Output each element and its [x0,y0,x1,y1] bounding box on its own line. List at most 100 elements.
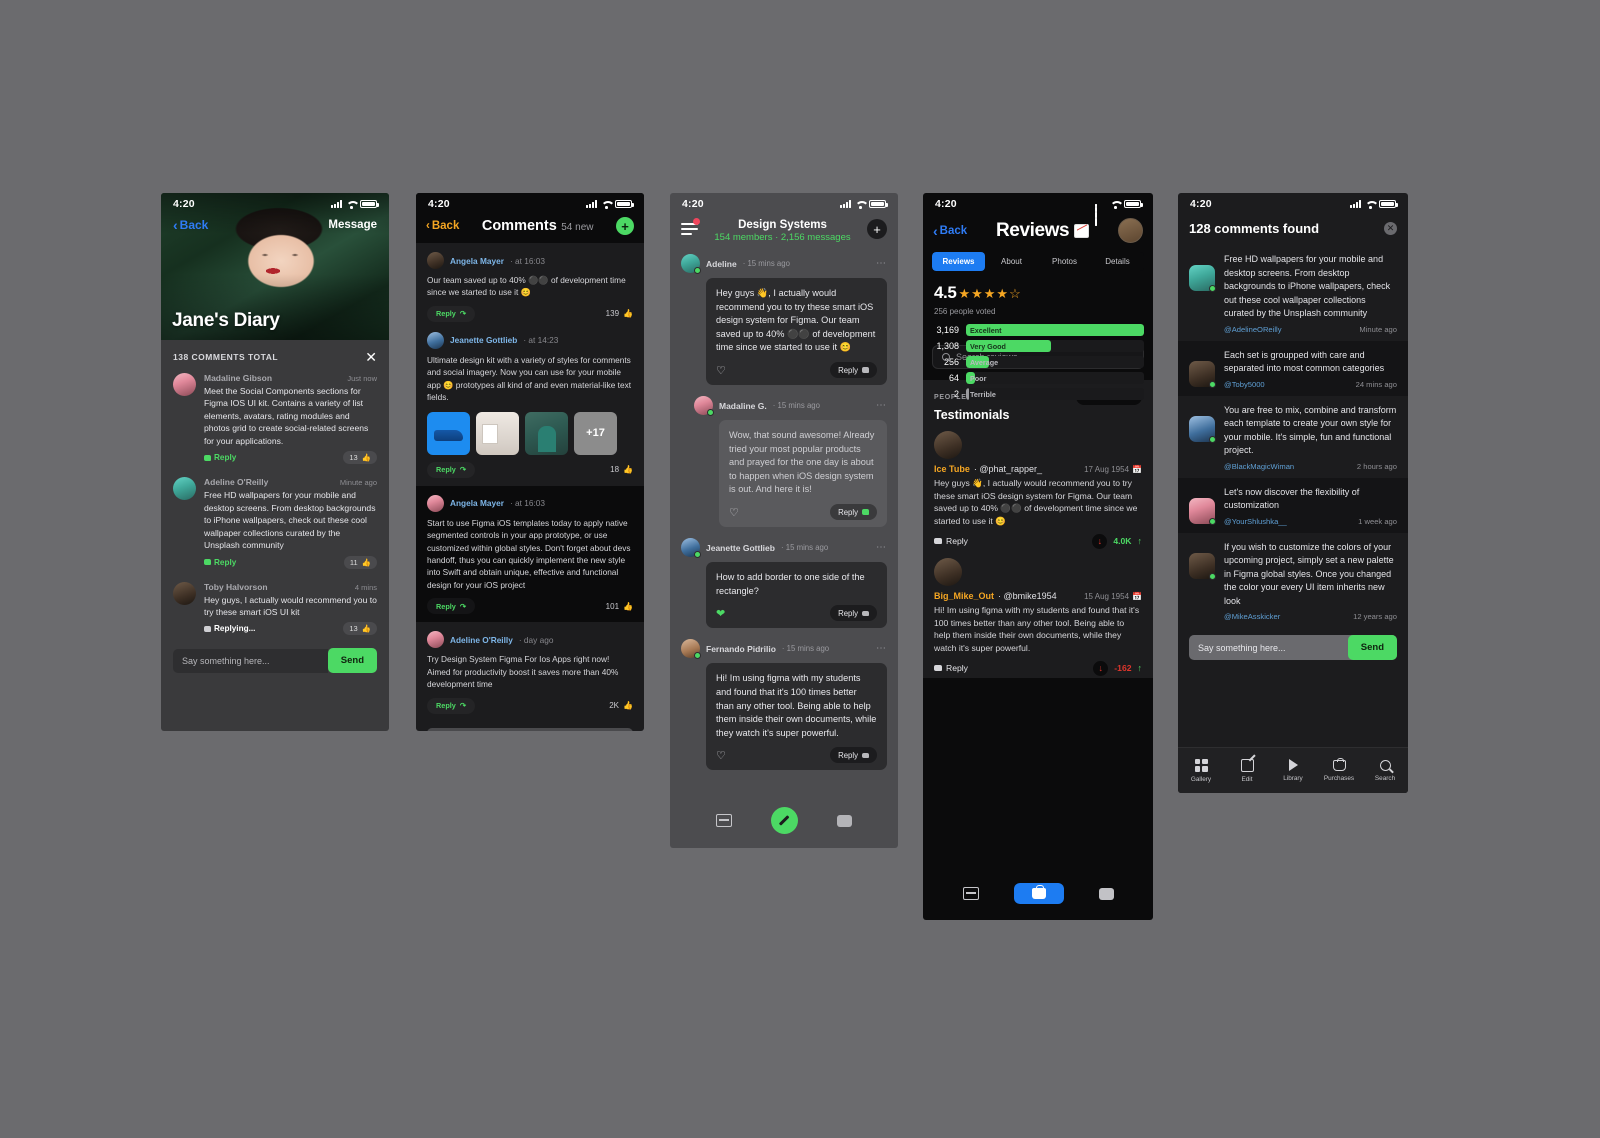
like-button[interactable]: 11 👍 [343,555,377,569]
menu-icon[interactable] [681,218,700,238]
reply-button[interactable]: Reply [830,747,877,764]
upvote-button[interactable]: ↑ [1138,663,1143,673]
hero-photo: 4:20 ‹ Back Message Jane's Diary [161,193,389,340]
like-button[interactable]: 139 👍 [606,309,633,318]
avatar[interactable] [427,331,444,349]
photo-more-button[interactable]: +17 [574,411,617,455]
message-text: Hey guys 👋, I actually would recommend y… [716,288,876,353]
reply-button[interactable]: Reply ↷ [427,461,475,478]
timestamp: 2 hours ago [1356,461,1397,471]
downvote-button[interactable]: ↓ [1093,660,1109,676]
user-handle[interactable]: @YourShlushka__ [1224,517,1287,526]
tab-details[interactable]: Details [1091,252,1144,271]
like-button[interactable]: 101 👍 [606,602,633,611]
photo-thumbnail[interactable] [476,411,519,455]
downvote-button[interactable]: ↓ [1092,533,1108,549]
comment-input[interactable]: Say something here... [1189,636,1348,660]
title-block: Comments 54 new [465,217,610,235]
inbox-icon[interactable] [962,887,979,900]
status-bar: 4:20 [1178,193,1408,215]
back-button[interactable]: ‹ Back [426,220,459,232]
inbox-icon[interactable] [715,814,732,827]
message-button[interactable]: Message [328,219,377,231]
avatar[interactable] [1118,218,1143,243]
reply-button[interactable]: Reply [204,453,236,462]
chat-icon[interactable] [1094,887,1114,901]
heart-icon[interactable]: ❤ [716,607,725,620]
send-button[interactable]: Send [327,648,377,674]
add-button[interactable]: + [867,219,887,239]
avatar[interactable] [934,431,962,459]
user-handle[interactable]: @MikeAsskicker [1224,612,1280,621]
tab-photos[interactable]: Photos [1038,252,1091,271]
avatar[interactable] [934,557,962,586]
tab-gallery[interactable]: Gallery [1179,758,1223,783]
back-button[interactable]: ‹ Back [933,223,967,239]
send-button[interactable]: Send [1347,635,1397,660]
reply-button[interactable]: Reply [830,605,877,622]
chat-icon[interactable] [833,814,853,828]
more-options-icon[interactable]: ⋯ [876,400,887,411]
message-time: · 15 mins ago [781,644,830,654]
heart-icon[interactable]: ♡ [716,364,726,377]
close-icon[interactable]: ✕ [365,350,377,364]
avatar[interactable] [173,373,196,396]
tab-about[interactable]: About [985,252,1038,271]
reply-button[interactable]: Reply [934,536,968,546]
like-button[interactable]: 2K 👍 [609,701,633,710]
user-handle[interactable]: @AdelineOReilly [1224,325,1282,334]
photo-thumbnail[interactable] [525,411,568,455]
back-button[interactable]: ‹ Back [173,218,208,232]
like-button[interactable]: 13 👍 [343,451,377,465]
avatar[interactable] [427,494,444,512]
reply-button[interactable]: Reply [830,504,877,521]
avatar[interactable] [173,477,196,501]
upvote-button[interactable]: ↑ [1138,536,1143,546]
reply-button[interactable]: Reply ↷ [427,598,475,615]
page-title: Jane's Diary [172,310,280,331]
close-icon[interactable]: ✕ [1384,222,1397,235]
avatar[interactable] [681,639,701,660]
avatar[interactable] [1189,360,1216,388]
photo-grid: +17 [427,411,633,455]
user-handle[interactable]: @BlackMagicWiman [1224,462,1294,471]
photo-thumbnail[interactable] [427,411,470,455]
tab-reviews[interactable]: Reviews [932,252,985,271]
more-options-icon[interactable]: ⋯ [876,542,887,553]
like-button[interactable]: 13 👍 [343,622,377,636]
status-icons [1350,200,1398,209]
avatar[interactable] [1189,265,1216,292]
compose-button[interactable] [770,807,798,834]
reply-button[interactable]: Reply [934,663,968,673]
signal-icon [1095,204,1097,226]
comment-input[interactable]: Say something here... [173,648,328,673]
avatar[interactable] [427,252,444,269]
avatar[interactable] [173,581,196,605]
like-button[interactable]: 18 👍 [610,465,633,474]
reply-button[interactable]: Reply [204,558,236,567]
avatar[interactable] [1189,415,1216,443]
avatar[interactable] [681,254,701,274]
tab-edit[interactable]: Edit [1225,758,1269,783]
shop-button[interactable] [1013,883,1064,904]
more-options-icon[interactable]: ⋯ [876,258,887,269]
avatar[interactable] [694,396,714,417]
heart-icon[interactable]: ♡ [729,506,739,519]
tab-library[interactable]: Library [1271,759,1315,782]
user-handle[interactable]: @Toby5000 [1224,380,1265,389]
avatar[interactable] [681,538,701,559]
tab-search[interactable]: Search [1363,759,1407,782]
add-comment-button[interactable]: + [616,217,634,235]
more-options-icon[interactable]: ⋯ [876,643,887,654]
reply-button[interactable]: Replying... [204,624,255,633]
avatar[interactable] [1189,497,1216,525]
avatar[interactable] [427,631,444,649]
reply-button[interactable]: Reply ↷ [427,305,475,322]
message-author: Jeanette Gottlieb [706,542,775,553]
heart-icon[interactable]: ♡ [716,749,726,762]
star-icon: ★ [958,285,971,301]
reply-button[interactable]: Reply [830,362,877,379]
reply-button[interactable]: Reply ↷ [427,697,475,714]
avatar[interactable] [1189,552,1216,580]
tab-purchases[interactable]: Purchases [1317,757,1361,782]
